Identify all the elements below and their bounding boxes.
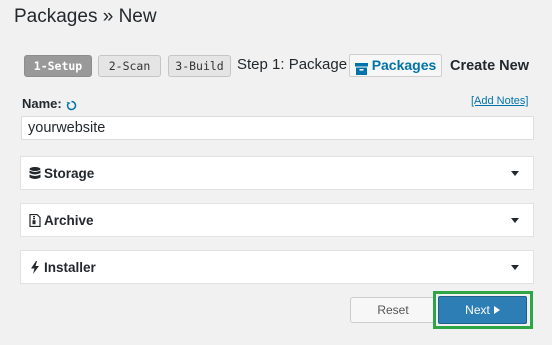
bolt-icon <box>29 260 41 274</box>
storage-panel[interactable]: Storage <box>20 156 534 190</box>
reset-button[interactable]: Reset <box>350 297 436 323</box>
play-icon <box>493 306 500 314</box>
archive-icon <box>354 60 368 75</box>
name-label-text: Name: <box>22 96 62 111</box>
packages-button-label: Packages <box>371 57 437 73</box>
step-scan-tab[interactable]: 2-Scan <box>98 55 161 77</box>
create-new-heading: Create New <box>450 58 529 74</box>
chevron-down-icon[interactable] <box>511 265 519 270</box>
next-button-label: Next <box>465 303 490 317</box>
package-name-input[interactable] <box>21 116 534 140</box>
add-notes-link[interactable]: [Add Notes] <box>471 94 528 108</box>
step-caption: Step 1: Package Setup <box>237 56 350 73</box>
storage-panel-label: Storage <box>44 165 95 181</box>
archive-panel[interactable]: Archive <box>20 203 534 237</box>
undo-icon[interactable] <box>66 99 77 110</box>
installer-panel-label: Installer <box>44 259 96 275</box>
app-root: Packages » New 1-Setup 2-Scan 3-Build St… <box>0 0 552 345</box>
archive-panel-label: Archive <box>44 212 94 228</box>
page-title: Packages » New <box>14 6 157 27</box>
chevron-down-icon[interactable] <box>511 171 519 176</box>
packages-button[interactable]: Packages <box>349 54 442 77</box>
name-field-label: Name: <box>22 96 77 112</box>
file-archive-icon <box>29 213 41 227</box>
database-icon <box>29 166 41 180</box>
installer-panel[interactable]: Installer <box>20 250 534 284</box>
chevron-down-icon[interactable] <box>511 218 519 223</box>
step-build-tab[interactable]: 3-Build <box>168 55 231 77</box>
next-button[interactable]: Next <box>438 296 527 324</box>
step-setup-tab[interactable]: 1-Setup <box>24 55 92 77</box>
